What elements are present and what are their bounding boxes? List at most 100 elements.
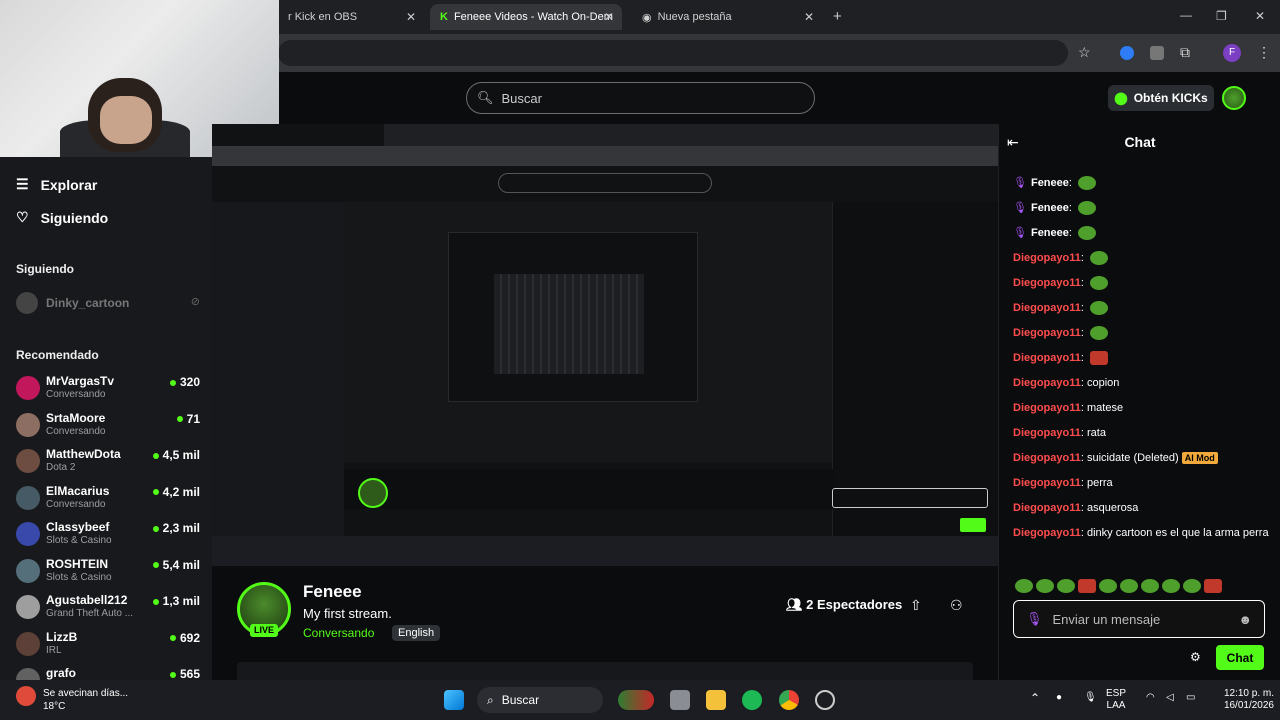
share-icon[interactable]: ⇧ xyxy=(910,597,922,614)
tab-label: Nueva pestaña xyxy=(657,11,732,23)
chat-username[interactable]: Feneee xyxy=(1031,177,1069,189)
recommended-channel[interactable]: ElMacarius Conversando 4,2 mil xyxy=(16,484,206,516)
wifi-icon[interactable]: ◠ xyxy=(1146,692,1155,704)
emote-icon xyxy=(1089,301,1108,316)
user-avatar[interactable] xyxy=(1222,86,1246,110)
avatar xyxy=(16,631,40,656)
weather-text[interactable]: Se avecinan días... xyxy=(43,688,128,699)
chat-username[interactable]: Diegopayo11 xyxy=(1013,377,1081,389)
minimize-icon[interactable]: — xyxy=(1180,8,1192,22)
chat-message: Diegopayo11: suicidate (Deleted) AI Mod xyxy=(1013,451,1275,465)
search-placeholder: Buscar xyxy=(501,90,542,106)
chat-message: 🎙︎ Feneee: xyxy=(1013,226,1275,241)
chat-username[interactable]: Diegopayo11 xyxy=(1013,302,1081,314)
file-explorer-icon[interactable] xyxy=(706,690,726,710)
chat-username[interactable]: Diegopayo11 xyxy=(1013,352,1081,364)
viewer-count: 1,3 mil xyxy=(152,594,200,608)
maximize-icon[interactable]: ❐ xyxy=(1216,9,1227,23)
input-language[interactable]: ESP LAA xyxy=(1106,688,1126,712)
close-icon[interactable]: ✕ xyxy=(604,10,614,24)
viewer-count-value: 692 xyxy=(179,630,200,645)
kicks-icon: ⬤ xyxy=(1114,91,1128,105)
chat-username[interactable]: Diegopayo11 xyxy=(1013,277,1081,289)
recommended-channel[interactable]: ROSHTEIN Slots & Casino 5,4 mil xyxy=(16,557,206,589)
extension-icon[interactable] xyxy=(1150,46,1164,60)
window-close-icon[interactable]: ✕ xyxy=(1255,9,1265,23)
emoji-icon[interactable]: ☻ xyxy=(1238,612,1252,627)
extensions-puzzle-icon[interactable]: ⧉ xyxy=(1180,44,1190,61)
chat-username[interactable]: Diegopayo11 xyxy=(1013,502,1081,514)
obs-icon[interactable] xyxy=(815,690,835,710)
search-icon: ⌕ xyxy=(487,692,494,707)
chat-settings-gear-icon[interactable]: ⚙ xyxy=(1190,650,1201,664)
viewer-count: 565 xyxy=(169,667,200,681)
volume-icon[interactable]: ◁ xyxy=(1166,692,1174,704)
chat-message: Diegopayo11: perra xyxy=(1013,477,1113,489)
get-kicks-button[interactable]: ⬤ Obtén KICKs xyxy=(1108,85,1214,111)
spotify-icon[interactable] xyxy=(742,690,762,710)
emote-icon xyxy=(1089,276,1108,291)
clock[interactable]: 12:10 p. m. 16/01/2026 xyxy=(1208,688,1274,712)
chat-username[interactable]: Diegopayo11 xyxy=(1013,477,1081,489)
chat-username[interactable]: Diegopayo11 xyxy=(1013,402,1081,414)
viewer-count: 4,5 mil xyxy=(152,448,200,462)
live-dot-icon xyxy=(169,379,176,386)
bookmark-star-icon[interactable]: ☆ xyxy=(1078,44,1091,61)
microphone-icon[interactable]: 🎙︎ xyxy=(1084,692,1097,704)
profile-avatar[interactable]: F xyxy=(1223,44,1241,62)
recommended-channel[interactable]: SrtaMoore Conversando 71 xyxy=(16,411,206,443)
tab-new-tab[interactable]: ◉ Nueva pestaña xyxy=(632,4,812,30)
chat-username[interactable]: Diegopayo11 xyxy=(1013,452,1081,464)
tab-kick-obs[interactable]: r Kick en OBS xyxy=(278,4,426,30)
recommended-channel[interactable]: LizzB IRL 692 xyxy=(16,630,206,662)
recommended-channel[interactable]: Agustabell212 Grand Theft Auto ... 1,3 mil xyxy=(16,593,206,625)
menu-dots-icon[interactable]: ⋮ xyxy=(1257,44,1271,61)
extension-icon[interactable] xyxy=(1120,46,1134,60)
viewer-count-value: 71 xyxy=(186,411,200,426)
taskbar-search[interactable]: ⌕ Buscar xyxy=(477,687,603,713)
chat-username[interactable]: Diegopayo11 xyxy=(1013,527,1081,539)
emote-icon xyxy=(1089,351,1108,366)
address-bar[interactable] xyxy=(278,40,1068,66)
task-view-icon[interactable] xyxy=(670,690,690,710)
chat-title: Chat xyxy=(1124,134,1156,150)
tray-app-icon[interactable]: ● xyxy=(1056,692,1062,704)
add-user-icon[interactable]: ⚇ xyxy=(950,597,963,614)
stream-video[interactable] xyxy=(212,124,998,566)
chat-username[interactable]: Diegopayo11 xyxy=(1013,252,1081,264)
search-input[interactable]: 🔍︎ Buscar xyxy=(466,82,815,114)
sidebar-item-following[interactable]: ♡ Siguiendo xyxy=(16,209,108,226)
streamer-name[interactable]: Feneee xyxy=(303,582,362,602)
tray-chevron-icon[interactable]: ⌃ xyxy=(1030,692,1040,704)
live-dot-icon xyxy=(152,489,159,496)
channel-name: Classybeef xyxy=(46,520,110,534)
lang-top: ESP xyxy=(1106,688,1127,699)
chat-message-input[interactable]: 🎙︎ Enviar un mensaje ☻ xyxy=(1013,600,1265,638)
language-tag[interactable]: English xyxy=(392,625,441,641)
live-dot-icon xyxy=(152,598,159,605)
chat-username[interactable]: Diegopayo11 xyxy=(1013,427,1081,439)
tab-feneee-videos[interactable]: K Feneee Videos - Watch On-Dem xyxy=(430,4,622,30)
avatar xyxy=(16,412,40,437)
sidebar: ☰ Explorar ♡ Siguiendo Siguiendo Dinky_c… xyxy=(0,124,212,692)
battery-icon[interactable]: ▭ xyxy=(1186,692,1195,704)
weather-icon xyxy=(16,686,36,706)
viewer-count-value: 5,4 mil xyxy=(162,557,200,572)
stream-category[interactable]: Conversando xyxy=(303,626,374,640)
chat-username[interactable]: Feneee xyxy=(1031,227,1069,239)
chat-username[interactable]: Feneee xyxy=(1031,202,1069,214)
close-icon[interactable]: ✕ xyxy=(804,10,814,24)
emote-icon xyxy=(1089,251,1108,266)
chat-username[interactable]: Diegopayo11 xyxy=(1013,327,1081,339)
chrome-icon[interactable] xyxy=(779,690,799,710)
recommended-channel[interactable]: MatthewDota Dota 2 4,5 mil xyxy=(16,447,206,479)
chat-send-button[interactable]: Chat xyxy=(1216,645,1264,670)
tab-label: Feneee Videos - Watch On-Dem xyxy=(453,11,613,23)
close-icon[interactable]: ✕ xyxy=(406,10,416,24)
new-tab-icon[interactable]: + xyxy=(833,8,842,25)
sidebar-item-explore[interactable]: ☰ Explorar xyxy=(16,176,97,193)
windows-start-icon[interactable] xyxy=(444,690,464,710)
recommended-channel[interactable]: MrVargasTv Conversando 320 xyxy=(16,374,206,406)
recommended-channel[interactable]: Classybeef Slots & Casino 2,3 mil xyxy=(16,520,206,552)
following-channel[interactable]: Dinky_cartoon ⊘ xyxy=(16,292,206,316)
